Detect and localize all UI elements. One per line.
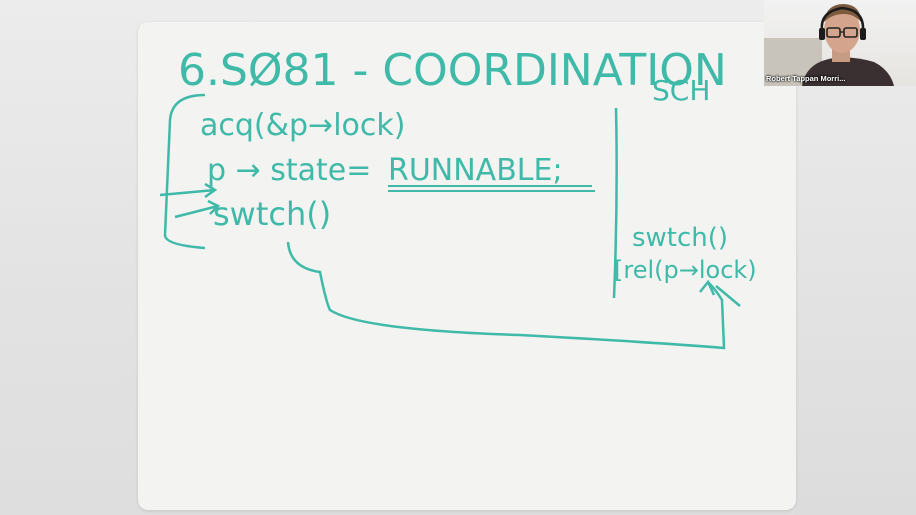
acquire-line: acq(&p→lock) bbox=[200, 108, 405, 143]
whiteboard-subtitle: SCH bbox=[652, 74, 710, 107]
participant-video-tile[interactable]: Robert Tappan Morri... bbox=[764, 0, 916, 86]
right-swtch: swtch() bbox=[632, 223, 728, 253]
participant-name: Robert Tappan Morri... bbox=[766, 74, 846, 83]
swtch-line: swtch() bbox=[213, 195, 331, 233]
state-line-variable: p → state= bbox=[207, 153, 371, 188]
whiteboard-title: 6.SØ81 - COORDINATION bbox=[178, 45, 727, 96]
left-bracket bbox=[163, 93, 206, 250]
pointer-arrow-2 bbox=[174, 199, 221, 219]
state-line-value: RUNNABLE; bbox=[388, 153, 563, 188]
right-release: [rel(p→lock) bbox=[614, 256, 757, 284]
video-frame: 6.SØ81 - COORDINATION SCH acq(&p→lock) p… bbox=[0, 0, 916, 515]
